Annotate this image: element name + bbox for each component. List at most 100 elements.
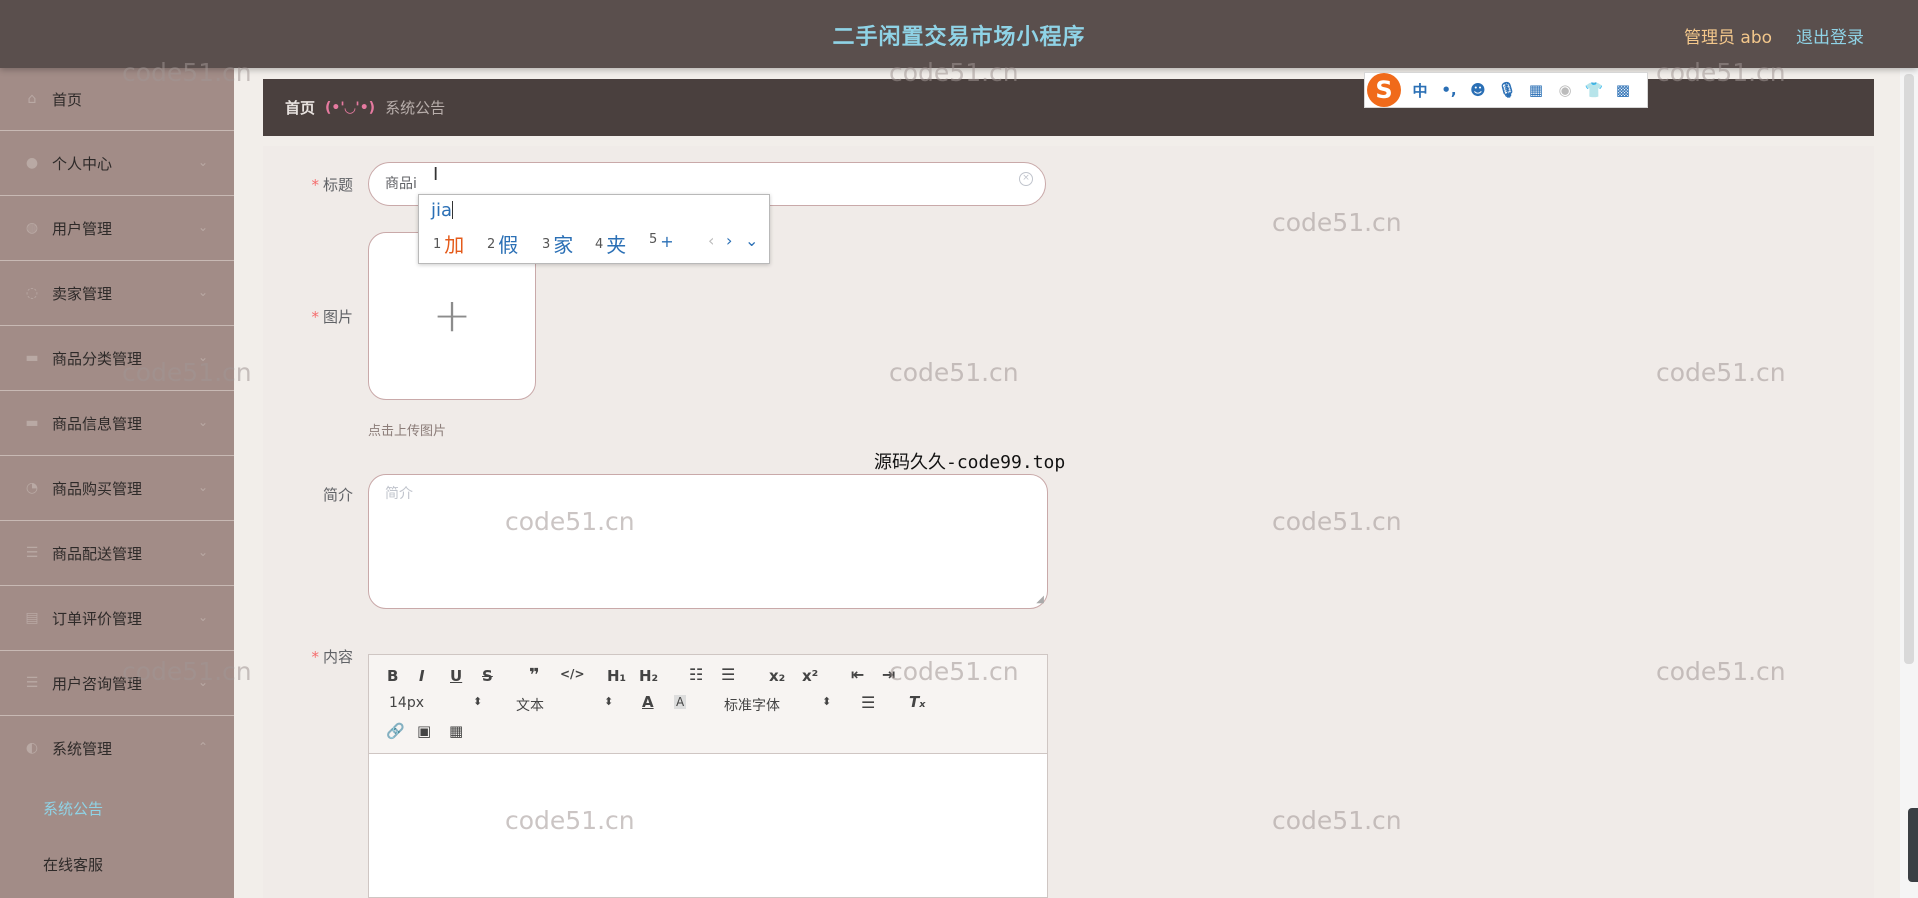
sidebar-item-label: 用户管理 (52, 219, 113, 238)
title-label: * 标题 (263, 174, 353, 195)
sidebar-item-seller-management[interactable]: ◌ 卖家管理 ⌄ (0, 261, 234, 326)
ime-candidate-num: 3 (542, 237, 551, 252)
chevron-down-icon: ⌄ (197, 350, 208, 364)
text-cursor-icon: I (433, 164, 439, 185)
sidebar-item-consult-management[interactable]: ☰ 用户咨询管理 ⌄ (0, 651, 234, 716)
ime-caret (452, 201, 454, 219)
blockquote-button[interactable]: ❞ (529, 665, 540, 686)
chevron-down-icon: ⌄ (197, 675, 208, 689)
code-block-button[interactable]: </> (560, 667, 585, 681)
indent-icon[interactable]: ⇥ (882, 665, 895, 684)
ime-candidate-num: 5 (649, 232, 658, 247)
sidebar-subitem-online-service[interactable]: 在线客服 (0, 836, 234, 892)
h2-button[interactable]: H₂ (639, 667, 658, 685)
page-scrollbar[interactable] (1900, 68, 1918, 898)
title-input-value: 商品i (385, 176, 417, 192)
skin-shirt-icon[interactable]: 👕 (1584, 81, 1604, 99)
image-label-text: 图片 (322, 308, 353, 326)
microphone-icon[interactable]: 🎙 (1497, 81, 1517, 99)
ime-mode-button[interactable]: 中 (1410, 80, 1430, 101)
sidebar-item-review-management[interactable]: ▤ 订单评价管理 ⌄ (0, 586, 234, 651)
breadcrumb-current: 系统公告 (385, 99, 446, 117)
bullet-list-icon[interactable]: ☰ (721, 665, 735, 684)
ime-candidate-text: 夹 (606, 233, 627, 257)
ime-punctuation-button[interactable]: •, (1439, 81, 1459, 99)
sidebar-item-category-management[interactable]: ▬ 商品分类管理 ⌄ (0, 326, 234, 391)
chevron-down-icon: ⌄ (197, 415, 208, 429)
ime-candidate-num: 4 (595, 237, 604, 252)
clear-format-button[interactable]: Tₓ (909, 693, 925, 711)
ime-candidate-text: 家 (553, 233, 574, 257)
delivery-icon: ☰ (25, 545, 39, 561)
select-arrows-icon: ⬍ (822, 695, 832, 708)
header-select-value: 文本 (516, 698, 544, 714)
background-color-icon[interactable]: A (674, 695, 687, 709)
content-label-text: 内容 (322, 648, 353, 666)
breadcrumb-home[interactable]: 首页 (285, 97, 315, 118)
sogou-logo-icon[interactable]: S (1367, 73, 1401, 107)
font-family-select[interactable]: 标准字体 ⬍ (724, 695, 834, 715)
ordered-list-icon[interactable]: ☷ (689, 665, 703, 684)
ime-candidate-2[interactable]: 2假 (487, 229, 518, 258)
sidebar-item-home[interactable]: ⌂ 首页 (0, 68, 234, 131)
ime-next-page-icon[interactable]: › (726, 231, 732, 250)
sidebar-item-user-management[interactable]: ◍ 用户管理 ⌄ (0, 196, 234, 261)
chevron-up-icon: ⌃ (197, 740, 208, 754)
subscript-button[interactable]: x₂ (769, 667, 785, 685)
intro-label: 简介 (263, 484, 353, 505)
sidebar-item-label: 商品分类管理 (52, 349, 143, 368)
sidebar-item-label: 商品信息管理 (52, 414, 143, 433)
sidebar-item-purchase-management[interactable]: ◔ 商品购买管理 ⌄ (0, 456, 234, 521)
image-label: * 图片 (263, 306, 353, 327)
header-select[interactable]: 文本 ⬍ (516, 695, 616, 715)
ime-pinyin-input: jia (431, 200, 454, 221)
font-size-select[interactable]: 14px ⬍ (389, 695, 489, 711)
side-widget-handle[interactable] (1908, 808, 1918, 882)
sidebar-item-label: 系统管理 (52, 739, 113, 758)
ime-prev-page-icon[interactable]: ‹ (708, 231, 714, 250)
logout-button[interactable]: 退出登录 (1796, 23, 1864, 48)
superscript-button[interactable]: x² (802, 667, 818, 685)
outdent-icon[interactable]: ⇤ (851, 665, 864, 684)
emoji-icon[interactable]: ☻ (1468, 81, 1488, 99)
ime-pinyin-text: jia (431, 200, 453, 221)
consult-icon: ☰ (25, 675, 39, 691)
video-icon[interactable]: ▦ (449, 722, 463, 740)
sidebar-subitem-announcement[interactable]: 系统公告 (0, 780, 234, 836)
sidebar-item-system-management[interactable]: ◐ 系统管理 ⌃ (0, 716, 234, 780)
ime-candidate-3[interactable]: 3家 (542, 229, 573, 258)
link-icon[interactable]: 🔗 (386, 722, 405, 740)
sidebar-item-delivery-management[interactable]: ☰ 商品配送管理 ⌄ (0, 521, 234, 586)
title-label-text: 标题 (322, 176, 353, 194)
required-mark: * (311, 648, 319, 666)
resize-grip-icon[interactable]: ◢ (1036, 594, 1044, 605)
plus-icon: + (432, 288, 472, 342)
chevron-down-icon: ⌄ (197, 155, 208, 169)
ime-candidate-5[interactable]: 5 + (649, 232, 674, 251)
bold-button[interactable]: B (387, 667, 398, 685)
intro-placeholder: 简介 (385, 486, 413, 502)
ime-candidate-4[interactable]: 4夹 (595, 229, 626, 258)
user-avatar-icon[interactable]: ◉ (1555, 81, 1575, 99)
keyboard-icon[interactable]: ▦ (1526, 81, 1546, 99)
intro-textarea[interactable]: 简介 ◢ (368, 474, 1048, 609)
align-icon[interactable]: ☰ (861, 693, 875, 712)
toolbox-grid-icon[interactable]: ▩ (1613, 81, 1633, 99)
underline-button[interactable]: U (450, 667, 462, 685)
strike-button[interactable]: S (482, 667, 493, 685)
top-header: 二手闲置交易市场小程序 管理员 abo 退出登录 (0, 0, 1918, 68)
italic-button[interactable]: I (419, 667, 425, 685)
ime-expand-icon[interactable]: ⌄ (745, 231, 758, 250)
scrollbar-thumb[interactable] (1904, 74, 1914, 664)
ime-toolbar: S 中 •, ☻ 🎙 ▦ ◉ 👕 ▩ (1364, 72, 1648, 108)
breadcrumb-separator: (•'◡'•) (325, 99, 376, 116)
chevron-down-icon: ⌄ (197, 610, 208, 624)
cart-icon: ◔ (25, 480, 39, 496)
sidebar-item-personal-center[interactable]: ● 个人中心 ⌄ (0, 131, 234, 196)
sidebar-item-goods-info-management[interactable]: ▬ 商品信息管理 ⌄ (0, 391, 234, 456)
font-color-icon[interactable]: A (642, 693, 654, 711)
h1-button[interactable]: H₁ (607, 667, 626, 685)
clear-icon[interactable]: × (1019, 172, 1033, 186)
image-icon[interactable]: ▣ (417, 722, 431, 740)
ime-candidate-1[interactable]: 1加 (433, 229, 464, 258)
